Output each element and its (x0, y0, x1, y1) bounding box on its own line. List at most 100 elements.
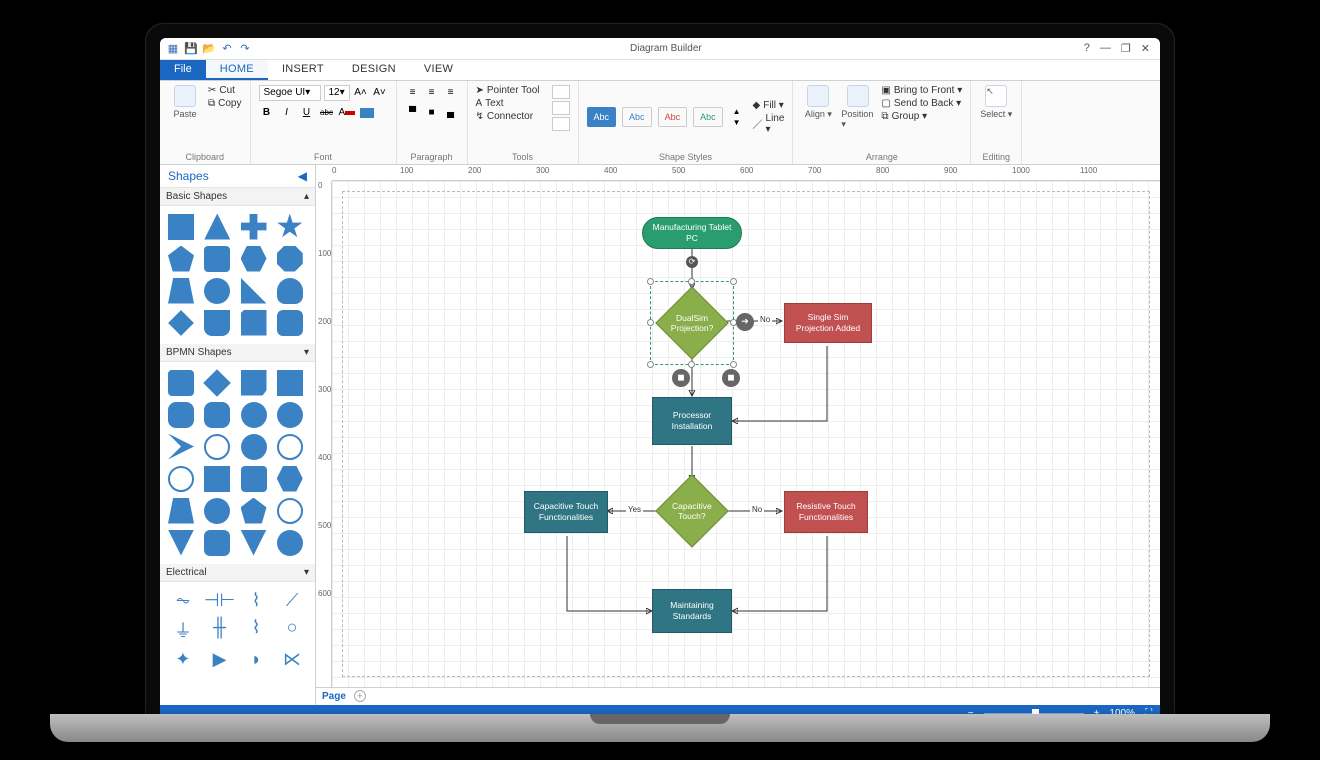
copy-button[interactable]: ⧉ Copy (208, 98, 242, 109)
bpmn-20[interactable] (277, 498, 303, 524)
shape-oct[interactable] (277, 246, 303, 272)
valign-mid-icon[interactable]: ■ (424, 105, 440, 121)
elec-5[interactable]: ⏚ (168, 617, 198, 643)
tool-opt-1[interactable] (552, 85, 570, 99)
rotate-handle[interactable]: ⟳ (686, 256, 698, 268)
bpmn-21[interactable] (168, 530, 194, 556)
font-color-button[interactable]: A (339, 105, 355, 121)
grow-font-button[interactable]: A˄ (353, 85, 369, 101)
elec-6[interactable]: ╫ (204, 617, 235, 643)
shape-circ[interactable] (204, 278, 230, 304)
elec-2[interactable]: ⊣⊢ (204, 590, 235, 611)
shape-diam[interactable] (168, 310, 194, 336)
shape-hept[interactable] (204, 246, 230, 272)
connector-handle-right[interactable]: ➜ (736, 313, 754, 331)
text-tool-button[interactable]: A Text (476, 98, 540, 109)
elec-11[interactable]: ◗ (241, 649, 271, 670)
align-right-icon[interactable]: ≡ (443, 85, 459, 101)
cat-bpmn[interactable]: BPMN Shapes▾ (160, 344, 315, 362)
grid-icon[interactable]: ▦ (166, 41, 180, 55)
bpmn-13[interactable] (168, 466, 194, 492)
elec-12[interactable]: ⋉ (277, 649, 307, 670)
bpmn-7[interactable] (241, 402, 267, 428)
connector-tool-button[interactable]: ↯ Connector (476, 111, 540, 122)
cat-basic[interactable]: Basic Shapes▴ (160, 188, 315, 206)
canvas[interactable]: Manufacturing Tablet PC ⟳ DualSim Projec… (332, 181, 1160, 687)
select-button[interactable]: ↖Select ▾ (979, 85, 1013, 120)
node-resfunc[interactable]: Resistive Touch Functionalities (784, 491, 868, 533)
style-more-up[interactable]: ▲ (733, 107, 741, 116)
shape-card[interactable] (241, 310, 267, 336)
open-icon[interactable]: 📂 (202, 41, 216, 55)
bpmn-17[interactable] (168, 498, 194, 524)
bpmn-10[interactable] (204, 434, 230, 460)
bpmn-23[interactable] (241, 530, 267, 556)
shrink-font-button[interactable]: A˅ (372, 85, 388, 101)
bpmn-11[interactable] (241, 434, 267, 460)
minimize-icon[interactable]: — (1100, 42, 1111, 55)
bpmn-6[interactable] (204, 402, 230, 428)
cat-electrical[interactable]: Electrical▾ (160, 564, 315, 582)
highlight-button[interactable] (359, 105, 375, 121)
elec-9[interactable]: ✦ (168, 649, 198, 670)
font-family-select[interactable]: Segoe UI ▾ (259, 85, 321, 101)
shape-triangle[interactable] (204, 214, 230, 240)
shape-plus[interactable] (241, 214, 267, 240)
bpmn-4[interactable] (277, 370, 303, 396)
maximize-icon[interactable]: ❐ (1121, 42, 1131, 55)
collapse-panel-icon[interactable]: ◀ (298, 169, 307, 183)
underline-button[interactable]: U (299, 105, 315, 121)
bold-button[interactable]: B (259, 105, 275, 121)
bpmn-8[interactable] (277, 402, 303, 428)
help-icon[interactable]: ? (1084, 42, 1090, 55)
align-center-icon[interactable]: ≡ (424, 85, 440, 101)
node-capfunc[interactable]: Capacitive Touch Functionalities (524, 491, 608, 533)
file-tab[interactable]: File (160, 60, 206, 80)
shape-star[interactable] (277, 214, 303, 240)
bpmn-1[interactable] (168, 370, 194, 396)
shape-trap[interactable] (168, 278, 194, 304)
bpmn-22[interactable] (204, 530, 230, 556)
elec-10[interactable]: ▶ (204, 649, 235, 670)
shape-pent[interactable] (168, 246, 194, 272)
shape-cyl[interactable] (277, 278, 303, 304)
bring-front-button[interactable]: ▣ Bring to Front ▾ (881, 85, 962, 96)
shape-rtri[interactable] (241, 278, 267, 304)
node-maintain[interactable]: Maintaining Standards (652, 589, 732, 633)
bpmn-2[interactable] (203, 369, 231, 397)
bpmn-3[interactable] (241, 370, 267, 396)
bpmn-14[interactable] (204, 466, 230, 492)
elec-1[interactable]: ⏦ (168, 590, 198, 611)
bpmn-18[interactable] (204, 498, 230, 524)
tool-opt-3[interactable] (552, 117, 570, 131)
tab-design[interactable]: DESIGN (338, 60, 410, 80)
bpmn-15[interactable] (241, 466, 267, 492)
sel-action-1[interactable]: ◼ (672, 369, 690, 387)
pointer-tool-button[interactable]: ➤ Pointer Tool (476, 85, 540, 96)
bpmn-9[interactable] (168, 434, 194, 460)
style-swatch-4[interactable]: Abc (693, 107, 723, 127)
tab-insert[interactable]: INSERT (268, 60, 338, 80)
sel-action-2[interactable]: ◼ (722, 369, 740, 387)
style-swatch-3[interactable]: Abc (658, 107, 688, 127)
node-singlesim[interactable]: Single Sim Projection Added (784, 303, 872, 343)
style-swatch-2[interactable]: Abc (622, 107, 652, 127)
style-swatch-1[interactable]: Abc (587, 107, 617, 127)
style-more-dn[interactable]: ▼ (733, 118, 741, 127)
elec-8[interactable]: ○ (277, 617, 307, 643)
bpmn-24[interactable] (277, 530, 303, 556)
align-button[interactable]: Align ▾ (801, 85, 835, 120)
italic-button[interactable]: I (279, 105, 295, 121)
elec-3[interactable]: ⌇ (241, 590, 271, 611)
valign-bot-icon[interactable]: ▄ (443, 105, 459, 121)
bpmn-19[interactable] (241, 498, 267, 524)
close-icon[interactable]: ✕ (1141, 42, 1150, 55)
strike-button[interactable]: abc (319, 105, 335, 121)
shape-rect[interactable] (168, 214, 194, 240)
node-start[interactable]: Manufacturing Tablet PC (642, 217, 742, 249)
group-button[interactable]: ⧉ Group ▾ (881, 111, 962, 122)
shape-rrect[interactable] (277, 310, 303, 336)
bpmn-16[interactable] (277, 466, 303, 492)
redo-icon[interactable]: ↷ (238, 41, 252, 55)
node-processor[interactable]: Processor Installation (652, 397, 732, 445)
